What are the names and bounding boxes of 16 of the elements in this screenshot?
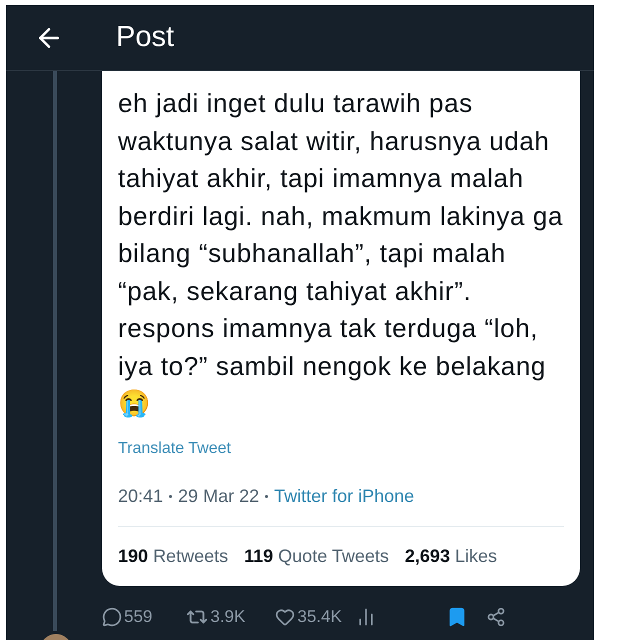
retweet-button[interactable]: 3.9K — [186, 604, 246, 630]
stat-link[interactable]: 190 Retweets — [118, 542, 228, 570]
translate-link[interactable]: Translate Tweet — [118, 436, 564, 460]
reply-button[interactable]: 559 — [102, 604, 152, 630]
stat-link[interactable]: 119 Quote Tweets — [244, 542, 389, 570]
tweet-time: 20:41 — [118, 484, 164, 508]
heart-icon — [275, 606, 296, 626]
reply-icon — [102, 606, 122, 626]
page-title: Post — [116, 20, 174, 55]
share-icon — [486, 606, 506, 626]
tweet-text: eh jadi inget dulu tarawih pas waktunya salat witir, harusnya udah tahiyat akhir, tapi imamnya malah berdiri lagi. nah, makmum lakinya ga bilang “subhanallah”, tapi malah “pak, sekarang tahiyat akhir”. respons imamnya tak terduga “loh, iya to?” sambil nengok ke belakang😭 — [118, 87, 564, 420]
source-link[interactable]: Twitter for iPhone — [274, 482, 414, 510]
stat-link[interactable]: 2,693 Likes — [404, 542, 497, 570]
like-button[interactable]: 35.4K — [275, 604, 342, 630]
tweet-date: 29 Mar 22 — [178, 484, 260, 508]
share-button[interactable] — [486, 606, 506, 626]
